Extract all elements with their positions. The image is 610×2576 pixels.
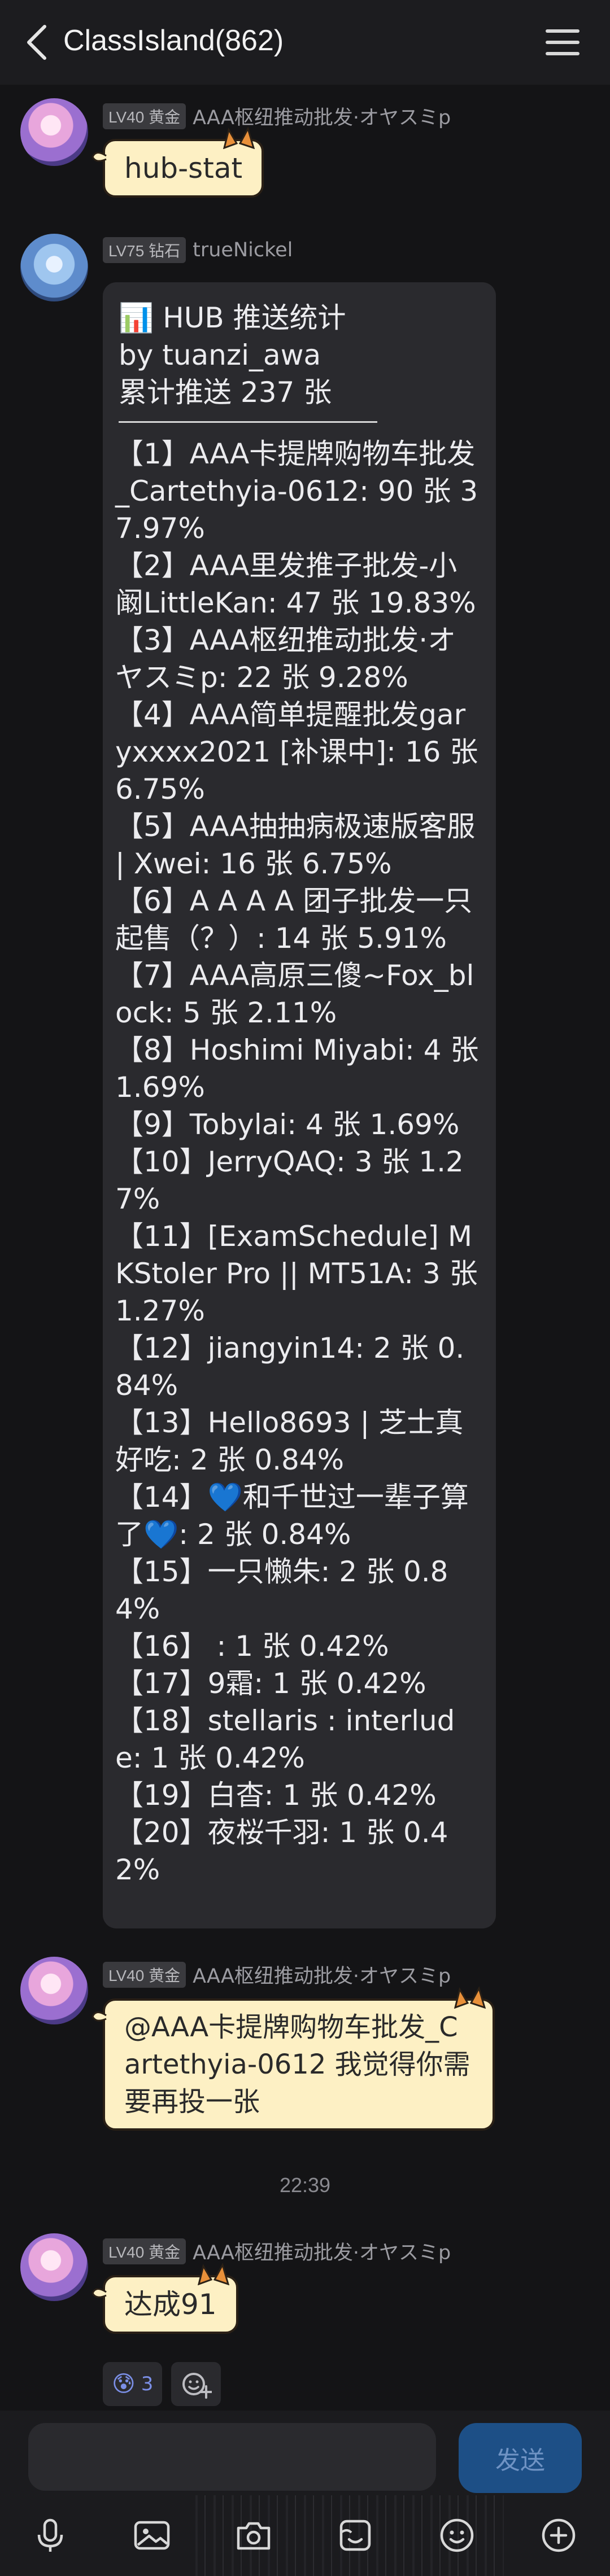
- stats-list-item: 【8】Hoshimi Miyabi: 4 张 1.69%: [115, 1034, 479, 1104]
- level-badge: LV40 黄金: [103, 1961, 186, 1988]
- stats-bubble[interactable]: 📊 HUB 推送统计 by tuanzi_awa 累计推送 237 张 【1】A…: [103, 282, 496, 1928]
- stats-list-item: 【15】一只懒朱: 2 张 0.84%: [115, 1555, 448, 1625]
- avatar[interactable]: [20, 1957, 88, 2024]
- message-meta: LV40 黄金 AAA枢纽推动批发·オヤスミp: [103, 2237, 451, 2266]
- message-meta: LV40 黄金 AAA枢纽推动批发·オヤスミp: [103, 1960, 451, 1989]
- stats-list-item: 【14】💙和千世过一辈子算了💙: 2 张 0.84%: [115, 1481, 469, 1551]
- message-text: @AAA卡提牌购物车批发_Cartethyia-0612 我觉得你需要再投一张: [124, 2011, 470, 2118]
- message-text: hub-stat: [124, 152, 243, 185]
- stats-list-item: 【3】AAA枢纽推动批发·オヤスミp: 22 张 9.28%: [115, 624, 456, 694]
- stats-list-item: 【12】jiangyin14: 2 张 0.84%: [115, 1332, 465, 1402]
- reaction-emoji: 😰: [112, 2371, 136, 2397]
- send-button[interactable]: 发送: [459, 2423, 582, 2493]
- image-icon: [134, 2521, 170, 2550]
- stats-list-item: 【1】AAA卡提牌购物车批发_Cartethyia-0612: 90 张 37.…: [115, 438, 478, 545]
- more-button[interactable]: [539, 2516, 578, 2555]
- stats-list-item: 【17】9霜: 1 张 0.42%: [115, 1667, 426, 1700]
- menu-button[interactable]: [542, 25, 583, 60]
- hamburger-menu-icon: [546, 29, 580, 33]
- microphone-icon: [37, 2518, 63, 2552]
- stats-header: 📊 HUB 推送统计 by tuanzi_awa 累计推送 237 张: [103, 282, 496, 411]
- add-reaction-button[interactable]: [171, 2362, 221, 2406]
- stats-author: by tuanzi_awa: [119, 339, 321, 371]
- message-meta: LV40 黄金 AAA枢纽推动批发·オヤスミp: [103, 102, 451, 130]
- sender-name: AAA枢纽推动批发·オヤスミp: [193, 2242, 451, 2264]
- cat-paw-icon: [91, 2288, 107, 2298]
- sticker-icon: [339, 2520, 371, 2551]
- reaction-chip[interactable]: 😰 3: [103, 2362, 163, 2406]
- avatar[interactable]: [20, 98, 88, 166]
- stats-list-item: 【18】stellaris : interlude: 1 张 0.42%: [115, 1704, 455, 1774]
- message-bubble[interactable]: hub-stat: [91, 126, 264, 198]
- camera-button[interactable]: [234, 2516, 273, 2555]
- stats-list-item: 【13】Hello8693 | 芝士真好吃: 2 张 0.84%: [115, 1406, 464, 1476]
- stats-title: 📊 HUB 推送统计: [119, 301, 346, 334]
- emoji-icon: [440, 2518, 474, 2552]
- stats-list-item: 【11】[ExamSchedule] MKStoler Pro || MT51A…: [115, 1220, 478, 1327]
- stats-list-item: 【4】AAA简单提醒批发garyxxxx2021 [补课中]: 16 张 6.7…: [115, 698, 478, 806]
- reaction-count: 3: [141, 2373, 154, 2395]
- avatar[interactable]: [20, 234, 88, 301]
- cat-ears-icon: [223, 126, 255, 149]
- cat-ears-icon: [454, 1986, 486, 2009]
- stats-list-item: 【2】AAA里发推子批发-小阚LittleKan: 47 张 19.83%: [115, 549, 476, 619]
- stats-list-item: 【16】 : 1 张 0.42%: [115, 1630, 389, 1663]
- level-badge: LV40 黄金: [103, 103, 186, 129]
- cat-ears-icon: [197, 2263, 229, 2285]
- stats-list: 【1】AAA卡提牌购物车批发_Cartethyia-0612: 90 张 37.…: [103, 423, 496, 1904]
- chevron-left-icon: [27, 25, 46, 60]
- cat-paw-icon: [91, 152, 107, 162]
- composer: 发送: [0, 2411, 610, 2495]
- level-badge: LV40 黄金: [103, 2238, 186, 2264]
- message-text: 达成91: [124, 2288, 217, 2321]
- gallery-button[interactable]: [132, 2516, 172, 2555]
- message-list[interactable]: LV40 黄金 AAA枢纽推动批发·オヤスミp hub-stat LV75 钻石…: [0, 85, 610, 2411]
- level-badge: LV75 钻石: [103, 237, 186, 263]
- reaction-bar: 😰 3: [103, 2362, 221, 2406]
- chat-title: ClassIsland(862): [63, 24, 284, 57]
- avatar[interactable]: [20, 2233, 88, 2301]
- timestamp: 22:39: [279, 2173, 331, 2197]
- stats-list-item: 【5】AAA抽抽病极速版客服 | Xwei: 16 张 6.75%: [115, 810, 476, 880]
- message-bubble[interactable]: 达成91: [91, 2263, 238, 2334]
- add-reaction-icon: [182, 2373, 212, 2399]
- message-bubble[interactable]: @AAA卡提牌购物车批发_Cartethyia-0612 我觉得你需要再投一张: [91, 1986, 495, 2131]
- message-meta: LV75 钻石 trueNickel: [103, 237, 293, 263]
- sender-name: trueNickel: [193, 239, 293, 261]
- stats-total: 累计推送 237 张: [119, 376, 332, 409]
- sticker-button[interactable]: [336, 2516, 375, 2555]
- stats-list-item: 【9】Tobylai: 4 张 1.69%: [115, 1108, 460, 1141]
- message-input[interactable]: [28, 2423, 436, 2491]
- emoji-button[interactable]: [437, 2516, 477, 2555]
- stats-list-item: 【19】白杳: 1 张 0.42%: [115, 1779, 437, 1812]
- stats-list-item: 【20】夜桜千羽: 1 张 0.42%: [115, 1816, 448, 1886]
- stats-list-item: 【7】AAA高原三傻~Fox_block: 5 张 2.11%: [115, 959, 474, 1029]
- sender-name: AAA枢纽推动批发·オヤスミp: [193, 1965, 451, 1988]
- cat-paw-icon: [91, 2011, 107, 2022]
- back-button[interactable]: [17, 21, 56, 63]
- voice-button[interactable]: [30, 2516, 70, 2555]
- stats-list-item: 【10】JerryQAQ: 3 张 1.27%: [115, 1145, 464, 1215]
- chat-header: ClassIsland(862): [0, 0, 610, 85]
- stats-list-item: 【6】A A A A 团子批发一只起售（？）: 14 张 5.91%: [115, 885, 473, 955]
- camera-icon: [237, 2522, 271, 2550]
- plus-icon: [542, 2518, 576, 2552]
